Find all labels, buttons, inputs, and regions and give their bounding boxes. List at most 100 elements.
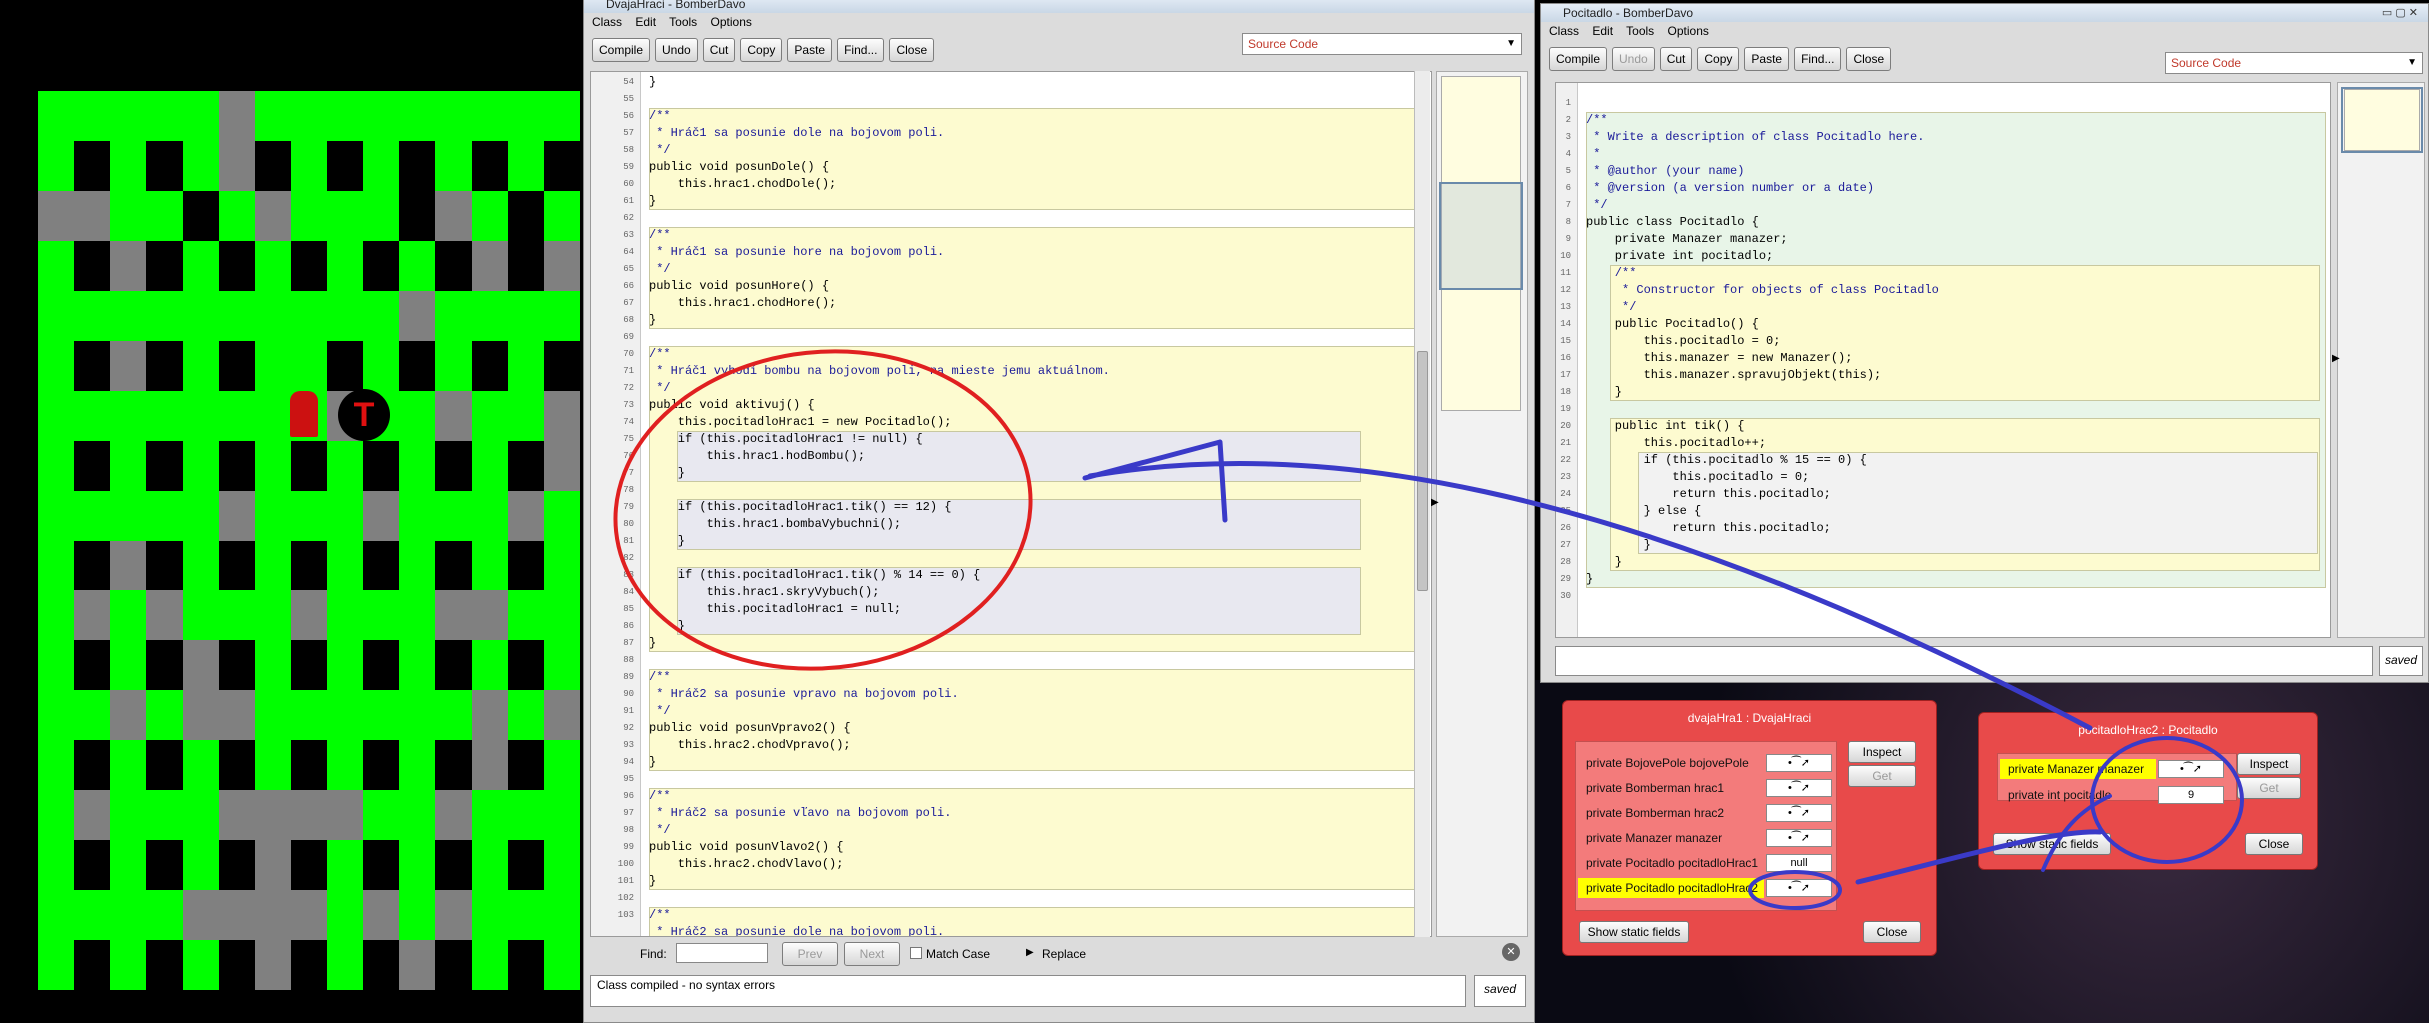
replace-arrow-icon[interactable]: ▶	[1026, 947, 1034, 958]
code-overview-pane[interactable]: ▶	[1431, 71, 1528, 937]
close-button[interactable]: Close	[889, 38, 935, 62]
menu-tools[interactable]: Tools	[1626, 24, 1654, 38]
code-line[interactable]: }	[649, 74, 656, 91]
editor-scrollbar[interactable]	[1414, 71, 1430, 937]
code-line[interactable]: if (this.pocitadloHrac1.tik() == 12) {	[649, 499, 952, 516]
code-line[interactable]: }	[649, 754, 656, 771]
undo-button[interactable]: Undo	[1612, 47, 1655, 71]
close-button[interactable]: Close	[2245, 833, 2303, 855]
collapse-arrow-icon[interactable]: ▶	[2332, 353, 2340, 364]
code-line[interactable]: * @version (a version number or a date)	[1586, 180, 1874, 197]
inspect-button[interactable]: Inspect	[1848, 741, 1916, 763]
code-line[interactable]: * @author (your name)	[1586, 163, 1744, 180]
code-line[interactable]: this.hrac1.chodDole();	[649, 176, 836, 193]
scrollbar-thumb[interactable]	[1417, 351, 1428, 591]
code-line[interactable]: * Hráč1 vyhodí bombu na bojovom poli, na…	[649, 363, 1110, 380]
code-line[interactable]: public Pocitadlo() {	[1586, 316, 1759, 333]
code-line[interactable]: public int tik() {	[1586, 418, 1745, 435]
code-line[interactable]: */	[649, 142, 670, 159]
code-line[interactable]: this.pocitadlo = 0;	[1586, 469, 1809, 486]
menu-edit[interactable]: Edit	[635, 15, 656, 29]
code-line[interactable]: }	[649, 635, 656, 652]
match-case-checkbox[interactable]	[910, 947, 922, 959]
field-label[interactable]: private Pocitadlo pocitadloHrac2	[1586, 881, 1758, 895]
code-line[interactable]: /**	[649, 669, 671, 686]
inspect-button[interactable]: Inspect	[2237, 753, 2301, 775]
code-line[interactable]: if (this.pocitadlo % 15 == 0) {	[1586, 452, 1867, 469]
code-line[interactable]: this.manazer.spravujObjekt(this);	[1586, 367, 1882, 384]
menu-class[interactable]: Class	[1549, 24, 1579, 38]
copy-button[interactable]: Copy	[1697, 47, 1740, 71]
view-select[interactable]: Source Code ▼	[1242, 33, 1522, 55]
code-line[interactable]: this.hrac2.chodVlavo();	[649, 856, 844, 873]
code-line[interactable]: */	[1586, 197, 1607, 214]
menu-edit[interactable]: Edit	[1592, 24, 1613, 38]
code-line[interactable]: }	[1586, 571, 1593, 588]
code-line[interactable]: * Hráč1 sa posunie hore na bojovom poli.	[649, 244, 944, 261]
overview-viewport[interactable]	[2341, 87, 2423, 153]
code-line[interactable]: this.pocitadloHrac1 = new Pocitadlo();	[649, 414, 952, 431]
view-select[interactable]: Source Code ▼	[2165, 52, 2423, 74]
code-line[interactable]: this.pocitadlo++;	[1586, 435, 1766, 452]
copy-button[interactable]: Copy	[740, 38, 783, 62]
code-line[interactable]: private Manazer manazer;	[1586, 231, 1788, 248]
field-value[interactable]: 9	[2158, 786, 2224, 804]
find-button[interactable]: Find...	[1794, 47, 1842, 71]
code-line[interactable]: }	[649, 193, 656, 210]
code-line[interactable]: this.hrac1.hodBombu();	[649, 448, 865, 465]
code-line[interactable]: public void posunVpravo2() {	[649, 720, 851, 737]
code-line[interactable]: this.hrac1.bombaVybuchni();	[649, 516, 901, 533]
find-input[interactable]	[676, 943, 768, 963]
code-line[interactable]: /**	[649, 227, 671, 244]
menu-tools[interactable]: Tools	[669, 15, 697, 29]
code-line[interactable]: *	[1586, 146, 1600, 163]
code-line[interactable]: /**	[1586, 112, 1608, 129]
code-line[interactable]: this.hrac1.skryVybuch();	[649, 584, 880, 601]
collapse-arrow-icon[interactable]: ▶	[1431, 497, 1439, 508]
code-line[interactable]: * Hráč2 sa posunie vpravo na bojovom pol…	[649, 686, 958, 703]
prev-button[interactable]: Prev	[782, 942, 838, 966]
code-line[interactable]: * Constructor for objects of class Pocit…	[1586, 282, 1939, 299]
field-label[interactable]: private Bomberman hrac2	[1586, 806, 1724, 820]
field-label[interactable]: private Pocitadlo pocitadloHrac1	[1586, 856, 1758, 870]
window-controls[interactable]: ▭ ▢ ✕	[2382, 4, 2418, 22]
compile-button[interactable]: Compile	[592, 38, 651, 62]
menu-class[interactable]: Class	[592, 15, 622, 29]
paste-button[interactable]: Paste	[787, 38, 833, 62]
code-line[interactable]: } else {	[1586, 503, 1702, 520]
code-line[interactable]: /**	[649, 108, 671, 125]
code-line[interactable]: if (this.pocitadloHrac1 != null) {	[649, 431, 923, 448]
overview-viewport[interactable]	[1439, 182, 1523, 290]
code-line[interactable]: */	[649, 822, 670, 839]
show-static-fields-button[interactable]: Show static fields	[1993, 833, 2111, 855]
show-static-fields-button[interactable]: Show static fields	[1579, 921, 1689, 943]
compile-button[interactable]: Compile	[1549, 47, 1608, 71]
paste-button[interactable]: Paste	[1744, 47, 1790, 71]
object-reference-arrow-icon[interactable]: •⁀➚	[1766, 879, 1832, 897]
code-line[interactable]: /**	[1586, 265, 1637, 282]
code-line[interactable]: }	[649, 618, 685, 635]
field-label[interactable]: private Manazer manazer	[2008, 762, 2144, 776]
code-line[interactable]: */	[1586, 299, 1636, 316]
field-value[interactable]: null	[1766, 854, 1832, 872]
menu-options[interactable]: Options	[1668, 24, 1709, 38]
code-line[interactable]: this.pocitadloHrac1 = null;	[649, 601, 901, 618]
object-reference-arrow-icon[interactable]: •⁀➚	[1766, 779, 1832, 797]
close-button[interactable]: Close	[1863, 921, 1921, 943]
undo-button[interactable]: Undo	[655, 38, 698, 62]
code-line[interactable]: this.hrac2.chodVpravo();	[649, 737, 851, 754]
code-line[interactable]: }	[649, 465, 685, 482]
close-button[interactable]: Close	[1846, 47, 1892, 71]
code-line[interactable]: this.pocitadlo = 0;	[1586, 333, 1781, 350]
code-line[interactable]: return this.pocitadlo;	[1586, 486, 1830, 503]
code-line[interactable]: public void posunHore() {	[649, 278, 829, 295]
code-line[interactable]: /**	[649, 907, 671, 924]
code-editor[interactable]: 54 55 56 57 58 59 60 61 62 63 64 65 66 67 68 69 70 71 72 73…	[590, 71, 1432, 937]
find-button[interactable]: Find...	[837, 38, 885, 62]
code-line[interactable]: }	[649, 533, 685, 550]
cut-button[interactable]: Cut	[702, 38, 736, 62]
replace-label[interactable]: Replace	[1042, 947, 1086, 961]
field-label[interactable]: private BojovePole bojovePole	[1586, 756, 1749, 770]
code-line[interactable]: * Hráč2 sa posunie dole na bojovom poli.	[649, 924, 944, 936]
next-button[interactable]: Next	[844, 942, 900, 966]
